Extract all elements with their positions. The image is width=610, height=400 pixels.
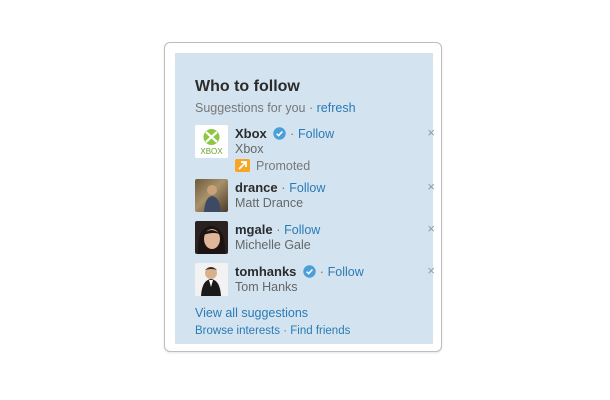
- username-line: Xbox · Follow: [235, 126, 334, 141]
- close-icon[interactable]: ×: [427, 221, 435, 236]
- username-line: mgale · Follow: [235, 222, 320, 237]
- widget-subtitle: Suggestions for you: [195, 101, 306, 115]
- widget-subtitle-line: Suggestions for you · refresh: [195, 101, 356, 115]
- suggestion-row-drance: drance · Follow Matt Drance ×: [195, 179, 435, 213]
- avatar-mgale[interactable]: [195, 221, 228, 254]
- avatar-drance[interactable]: [195, 179, 228, 212]
- username[interactable]: tomhanks: [235, 264, 296, 279]
- follow-button[interactable]: Follow: [284, 223, 320, 237]
- refresh-link[interactable]: refresh: [317, 101, 356, 115]
- follow-button[interactable]: Follow: [328, 265, 364, 279]
- promoted-text: Promoted: [256, 159, 311, 173]
- close-icon[interactable]: ×: [427, 125, 435, 140]
- who-to-follow-card: Who to follow Suggestions for you · refr…: [164, 42, 442, 352]
- follow-button[interactable]: Follow: [298, 127, 334, 141]
- full-name: Tom Hanks: [235, 280, 298, 294]
- close-icon[interactable]: ×: [427, 263, 435, 278]
- who-to-follow-panel: Who to follow Suggestions for you · refr…: [175, 53, 435, 344]
- suggestion-row-xbox: XBOX Xbox · Follow Xbox Promoted ×: [195, 125, 435, 175]
- full-name: Matt Drance: [235, 196, 304, 210]
- full-name: Michelle Gale: [235, 238, 311, 252]
- verified-badge-icon: [303, 265, 316, 278]
- browse-interests-link[interactable]: Browse interests: [195, 325, 280, 337]
- separator-dot: ·: [283, 325, 288, 337]
- separator-dot: ·: [308, 101, 314, 115]
- suggestion-row-mgale: mgale · Follow Michelle Gale ×: [195, 221, 435, 255]
- username-line: drance · Follow: [235, 180, 325, 195]
- xbox-logo: XBOX: [200, 129, 223, 156]
- find-friends-link[interactable]: Find friends: [290, 325, 350, 337]
- footer-links: Browse interests · Find friends: [195, 325, 350, 337]
- separator-dot: ·: [290, 126, 295, 141]
- username[interactable]: drance: [235, 180, 278, 195]
- username[interactable]: mgale: [235, 222, 273, 237]
- username-line: tomhanks · Follow: [235, 264, 364, 279]
- separator-dot: ·: [281, 180, 286, 195]
- avatar-tomhanks[interactable]: [195, 263, 228, 296]
- follow-button[interactable]: Follow: [289, 181, 325, 195]
- separator-dot: ·: [276, 222, 281, 237]
- suggestion-row-tomhanks: tomhanks · Follow Tom Hanks ×: [195, 263, 435, 297]
- verified-badge-icon: [273, 127, 287, 140]
- avatar-photo-tomhanks: [201, 267, 221, 296]
- username[interactable]: Xbox: [235, 126, 267, 141]
- xbox-logo-text: XBOX: [200, 147, 223, 156]
- close-icon[interactable]: ×: [427, 179, 435, 194]
- avatar-xbox[interactable]: XBOX: [195, 125, 228, 158]
- avatar-photo-mgale: [197, 226, 226, 254]
- avatar-photo-drance: [204, 185, 221, 212]
- separator-dot: ·: [319, 264, 324, 279]
- promoted-label-line: Promoted: [235, 159, 310, 173]
- widget-title: Who to follow: [195, 78, 300, 95]
- promoted-arrow-icon: [235, 159, 250, 172]
- full-name: Xbox: [235, 142, 264, 156]
- view-all-suggestions-link[interactable]: View all suggestions: [195, 306, 308, 320]
